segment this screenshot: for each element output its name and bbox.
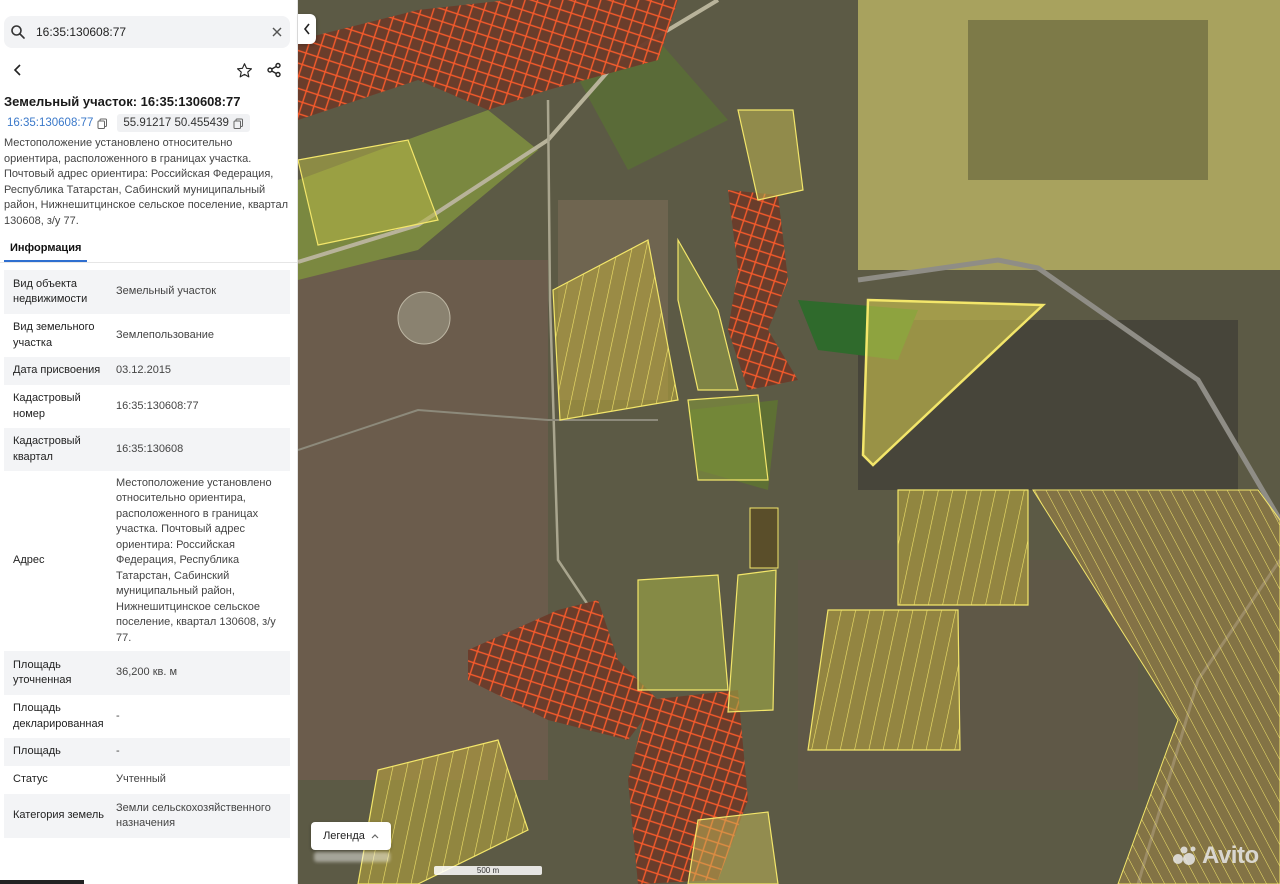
map-view[interactable] (298, 0, 1280, 884)
bottom-edge-strip (0, 880, 84, 884)
selected-plot[interactable] (749, 507, 779, 569)
search-input[interactable] (32, 25, 264, 39)
agricultural-parcel (637, 574, 729, 691)
table-row: Площадь уточненная 36,200 кв. м (4, 651, 290, 695)
row-value: 03.12.2015 (116, 364, 172, 377)
search-bar (4, 16, 290, 48)
table-row: Площадь декларированная - (4, 695, 290, 738)
table-row: Вид объекта недвижимости Земельный участ… (4, 270, 290, 314)
location-description: Местоположение установлено относительно … (4, 137, 288, 227)
blurred-caption (314, 852, 390, 862)
chevron-left-icon (13, 64, 21, 76)
row-value: Землепользование (116, 328, 215, 341)
table-row: Категория земель Земли сельскохозяйствен… (4, 794, 290, 838)
legend-label: Легенда (323, 830, 365, 842)
row-value: 16:35:130608 (116, 442, 184, 455)
tab-information[interactable]: Информация (4, 236, 88, 262)
share-icon (267, 62, 281, 78)
row-value: - (116, 745, 120, 758)
row-key: Вид объекта недвижимости (13, 277, 88, 306)
row-value: 36,200 кв. м (116, 666, 178, 679)
legend-button[interactable]: Легенда (311, 822, 391, 850)
copy-icon[interactable] (233, 118, 244, 129)
scale-label: 500 m (476, 866, 500, 875)
row-key: Кадастровый квартал (13, 435, 81, 463)
row-value: - (116, 709, 120, 722)
agricultural-parcel (897, 489, 1029, 606)
map-scale-bar: 500 m (434, 866, 542, 876)
favorite-button[interactable] (232, 58, 256, 82)
chevron-left-icon (303, 23, 310, 35)
agricultural-parcel (687, 394, 769, 481)
share-button[interactable] (262, 58, 286, 82)
row-key: Статус (13, 773, 48, 786)
page-title: Земельный участок: 16:35:130608:77 (4, 94, 241, 109)
agricultural-parcel (687, 811, 779, 884)
back-button[interactable] (6, 58, 30, 82)
avito-watermark: Avito (1172, 842, 1259, 870)
row-value: Земельный участок (116, 285, 217, 298)
row-value: 16:35:130608:77 (116, 399, 199, 412)
tab-divider (0, 262, 297, 263)
row-key: Площадь (13, 745, 61, 758)
table-row: Дата присвоения 03.12.2015 (4, 357, 290, 385)
table-row: Кадастровый номер 16:35:130608:77 (4, 385, 290, 428)
watermark-text: Avito (1202, 842, 1259, 869)
cadastral-number-link[interactable]: 16:35:130608:77 (4, 114, 111, 132)
row-key: Дата присвоения (13, 364, 101, 377)
info-sidebar: Земельный участок: 16:35:130608:77 16:35… (0, 0, 298, 884)
copy-icon[interactable] (97, 118, 108, 129)
collapse-sidebar-button[interactable] (298, 14, 316, 44)
search-icon (4, 16, 32, 48)
table-row: Вид земельного участка Землепользование (4, 314, 290, 357)
row-key: Адрес (13, 554, 45, 567)
field-ne-dark (968, 20, 1208, 180)
row-value: Учтенный (116, 773, 166, 786)
satellite-map[interactable] (298, 0, 1280, 884)
star-icon (236, 62, 252, 77)
table-row: Кадастровый квартал 16:35:130608 (4, 428, 290, 471)
agricultural-parcel (807, 609, 961, 751)
row-value: Земли сельскохозяйственного назначения (116, 801, 271, 830)
coordinates-chip[interactable]: 55.91217 50.455439 (117, 114, 250, 132)
avito-logo-icon (1173, 846, 1196, 865)
row-key: Категория земель (13, 809, 104, 822)
pivot-circle (397, 291, 451, 345)
row-value: Местоположение установлено относительно … (116, 476, 276, 644)
table-row: Площадь - (4, 738, 290, 766)
table-row: Статус Учтенный (4, 766, 290, 794)
row-key: Площадь декларированная (13, 702, 104, 730)
row-key: Площадь уточненная (13, 658, 72, 687)
row-key: Кадастровый номер (13, 392, 81, 420)
identifier-chips: 16:35:130608:77 55.91217 50.455439 (4, 114, 250, 132)
chevron-up-icon (371, 834, 379, 839)
cadastral-number-text: 16:35:130608:77 (7, 117, 94, 129)
object-toolbar (0, 56, 297, 84)
close-icon[interactable] (264, 16, 290, 48)
table-row: Адрес Местоположение установлено относит… (4, 471, 290, 651)
row-key: Вид земельного участка (13, 321, 95, 349)
coordinates-text: 55.91217 50.455439 (123, 117, 229, 129)
info-table: Вид объекта недвижимости Земельный участ… (4, 270, 290, 838)
